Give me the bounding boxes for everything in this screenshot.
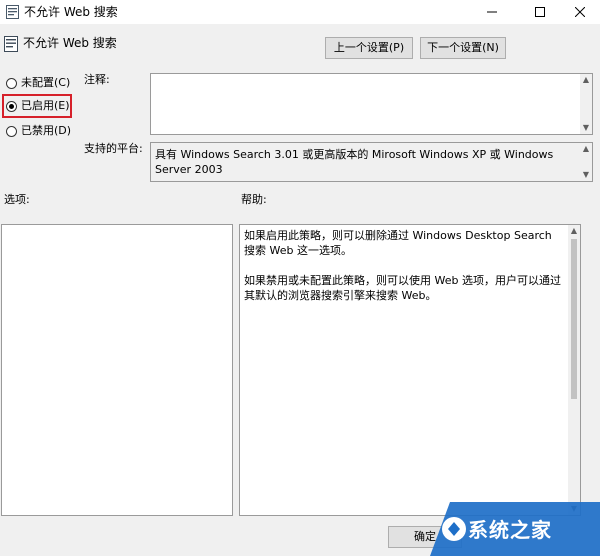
help-label: 帮助:	[241, 193, 267, 206]
options-label: 选项:	[4, 193, 30, 206]
help-scrollbar[interactable]: ▲ ▼	[568, 225, 580, 515]
policy-name: 不允许 Web 搜索	[23, 36, 117, 50]
scroll-up-icon[interactable]: ▲	[580, 74, 592, 86]
radio-label-not-configured: 未配置(C)	[21, 76, 71, 89]
help-paragraph: 如果启用此策略，则可以删除通过 Windows Desktop Search 搜…	[244, 229, 552, 257]
close-icon	[575, 7, 585, 17]
window-title: 不允许 Web 搜索	[24, 5, 118, 19]
radio-circle[interactable]	[6, 125, 17, 137]
maximize-button[interactable]	[520, 0, 560, 24]
help-panel: 如果启用此策略，则可以删除通过 Windows Desktop Search 搜…	[239, 224, 581, 516]
scroll-up-icon[interactable]: ▲	[568, 225, 580, 237]
comment-label: 注释:	[84, 73, 110, 86]
radio-label-disabled: 已禁用(D)	[21, 124, 72, 137]
policy-setting-icon	[4, 36, 18, 52]
scroll-down-icon[interactable]: ▼	[580, 169, 592, 181]
platform-label: 支持的平台:	[84, 142, 143, 155]
help-text: 如果启用此策略，则可以删除通过 Windows Desktop Search 搜…	[240, 225, 580, 303]
scroll-up-icon[interactable]: ▲	[580, 143, 592, 155]
watermark-text: 系统之家	[468, 518, 552, 542]
maximize-icon	[535, 7, 545, 17]
platform-scrollbar[interactable]: ▲ ▼	[580, 143, 592, 181]
previous-setting-button[interactable]: 上一个设置(P)	[325, 37, 413, 59]
options-panel	[1, 224, 233, 516]
radio-circle-checked[interactable]	[6, 100, 17, 112]
scroll-down-icon[interactable]: ▼	[580, 122, 592, 134]
platform-textbox: 具有 Windows Search 3.01 或更高版本的 Mirosoft W…	[150, 142, 593, 182]
close-button[interactable]	[560, 0, 600, 24]
policy-app-icon	[6, 5, 19, 19]
radio-label-enabled: 已启用(E)	[21, 99, 70, 112]
scroll-thumb[interactable]	[571, 239, 577, 399]
radio-enabled[interactable]: 已启用(E)	[6, 98, 70, 114]
title-bar: 不允许 Web 搜索	[0, 0, 600, 24]
next-setting-button[interactable]: 下一个设置(N)	[420, 37, 506, 59]
radio-not-configured[interactable]: 未配置(C)	[6, 75, 70, 91]
help-paragraph: 如果禁用或未配置此策略，则可以使用 Web 选项，用户可以通过其默认的浏览器搜索…	[244, 274, 561, 302]
comment-scrollbar[interactable]: ▲ ▼	[580, 74, 592, 134]
radio-circle[interactable]	[6, 77, 17, 89]
minimize-button[interactable]	[472, 0, 512, 24]
platform-value: 具有 Windows Search 3.01 或更高版本的 Mirosoft W…	[155, 148, 554, 176]
minimize-icon	[487, 11, 497, 13]
radio-disabled[interactable]: 已禁用(D)	[6, 123, 71, 139]
comment-textarea[interactable]: ▲ ▼	[150, 73, 593, 135]
